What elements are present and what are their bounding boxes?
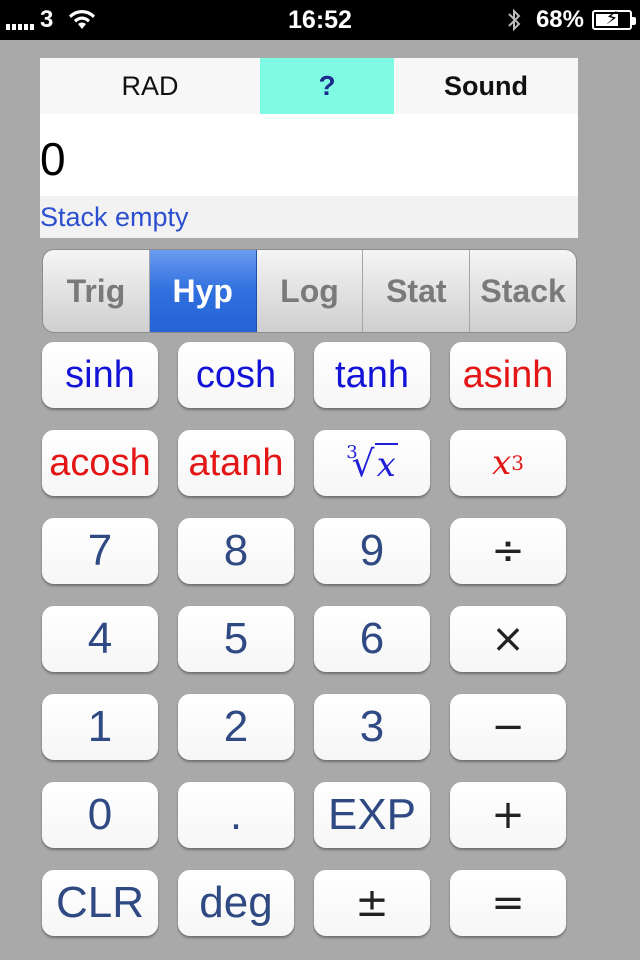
digit-3-label: 3 xyxy=(359,702,385,751)
acosh-button[interactable]: acosh xyxy=(42,430,158,496)
tab-stat[interactable]: Stat xyxy=(363,250,471,332)
decimal-button[interactable]: . xyxy=(178,782,294,848)
display-value: 0 xyxy=(40,133,66,185)
cube-root-variable: x xyxy=(374,442,398,485)
battery-percent: 68% xyxy=(535,6,584,33)
digit-1-button[interactable]: 1 xyxy=(42,694,158,760)
cube-button[interactable]: x3 xyxy=(450,430,566,496)
exp-label: EXP xyxy=(327,790,417,839)
charging-bolt-icon: ⚡ xyxy=(605,8,619,28)
digit-1-label: 1 xyxy=(87,702,113,751)
plus-label: + xyxy=(491,792,525,838)
cube-exponent: 3 xyxy=(511,451,524,475)
minus-button[interactable]: − xyxy=(450,694,566,760)
exp-button[interactable]: EXP xyxy=(314,782,430,848)
digit-9-button[interactable]: 9 xyxy=(314,518,430,584)
tab-hyp[interactable]: Hyp xyxy=(149,250,257,332)
cube-variable: x xyxy=(492,443,512,483)
multiply-button[interactable]: × xyxy=(450,606,566,672)
plus-minus-label: ± xyxy=(355,880,389,926)
digit-4-label: 4 xyxy=(87,614,113,663)
digit-0-label: 0 xyxy=(87,790,113,839)
equals-label: = xyxy=(491,880,525,926)
function-tabs: Trig Hyp Log Stat Stack xyxy=(42,249,577,333)
plus-button[interactable]: + xyxy=(450,782,566,848)
decimal-label: . xyxy=(229,790,243,839)
digit-7-button[interactable]: 7 xyxy=(42,518,158,584)
minus-label: − xyxy=(491,704,525,750)
status-bar: 3 16:52 68% ⚡ xyxy=(0,0,640,40)
mode-bar: RAD ? Sound xyxy=(40,58,578,114)
atanh-button[interactable]: atanh xyxy=(178,430,294,496)
asinh-button[interactable]: asinh xyxy=(450,342,566,408)
tanh-button[interactable]: tanh xyxy=(314,342,430,408)
digit-2-label: 2 xyxy=(223,702,249,751)
multiply-label: × xyxy=(491,616,525,662)
digit-5-label: 5 xyxy=(223,614,249,663)
stack-status: Stack empty xyxy=(40,196,578,238)
cosh-label: cosh xyxy=(195,353,277,396)
digit-6-button[interactable]: 6 xyxy=(314,606,430,672)
display-panel: 0 xyxy=(40,114,578,196)
digit-3-button[interactable]: 3 xyxy=(314,694,430,760)
digit-4-button[interactable]: 4 xyxy=(42,606,158,672)
cosh-button[interactable]: cosh xyxy=(178,342,294,408)
divide-button[interactable]: ÷ xyxy=(450,518,566,584)
deg-label: deg xyxy=(199,878,273,927)
tab-log[interactable]: Log xyxy=(257,250,364,332)
sound-button[interactable]: Sound xyxy=(394,58,578,114)
deg-button[interactable]: deg xyxy=(178,870,294,936)
digit-0-button[interactable]: 0 xyxy=(42,782,158,848)
radical-icon: √ xyxy=(351,443,375,485)
clear-label: CLR xyxy=(55,878,145,927)
equals-button[interactable]: = xyxy=(450,870,566,936)
asinh-label: asinh xyxy=(462,353,554,396)
battery-icon: ⚡ xyxy=(592,8,636,30)
tanh-label: tanh xyxy=(335,353,409,396)
digit-8-button[interactable]: 8 xyxy=(178,518,294,584)
digit-9-label: 9 xyxy=(359,526,385,575)
digit-6-label: 6 xyxy=(359,614,385,663)
sinh-button[interactable]: sinh xyxy=(42,342,158,408)
help-button[interactable]: ? xyxy=(260,58,394,114)
tab-stack[interactable]: Stack xyxy=(470,250,576,332)
plus-minus-button[interactable]: ± xyxy=(314,870,430,936)
cube-root-symbol: 3 √ x xyxy=(346,442,398,485)
digit-2-button[interactable]: 2 xyxy=(178,694,294,760)
status-right: 68% ⚡ xyxy=(506,0,636,40)
cube-root-button[interactable]: 3 √ x xyxy=(314,430,430,496)
digit-5-button[interactable]: 5 xyxy=(178,606,294,672)
clear-button[interactable]: CLR xyxy=(42,870,158,936)
atanh-label: atanh xyxy=(188,441,284,484)
sinh-label: sinh xyxy=(65,353,135,396)
divide-label: ÷ xyxy=(491,528,525,574)
digit-8-label: 8 xyxy=(223,526,249,575)
acosh-label: acosh xyxy=(49,441,151,484)
tab-trig[interactable]: Trig xyxy=(43,250,150,332)
bluetooth-icon xyxy=(508,8,521,32)
angle-mode-button[interactable]: RAD xyxy=(40,58,260,114)
digit-7-label: 7 xyxy=(87,526,113,575)
